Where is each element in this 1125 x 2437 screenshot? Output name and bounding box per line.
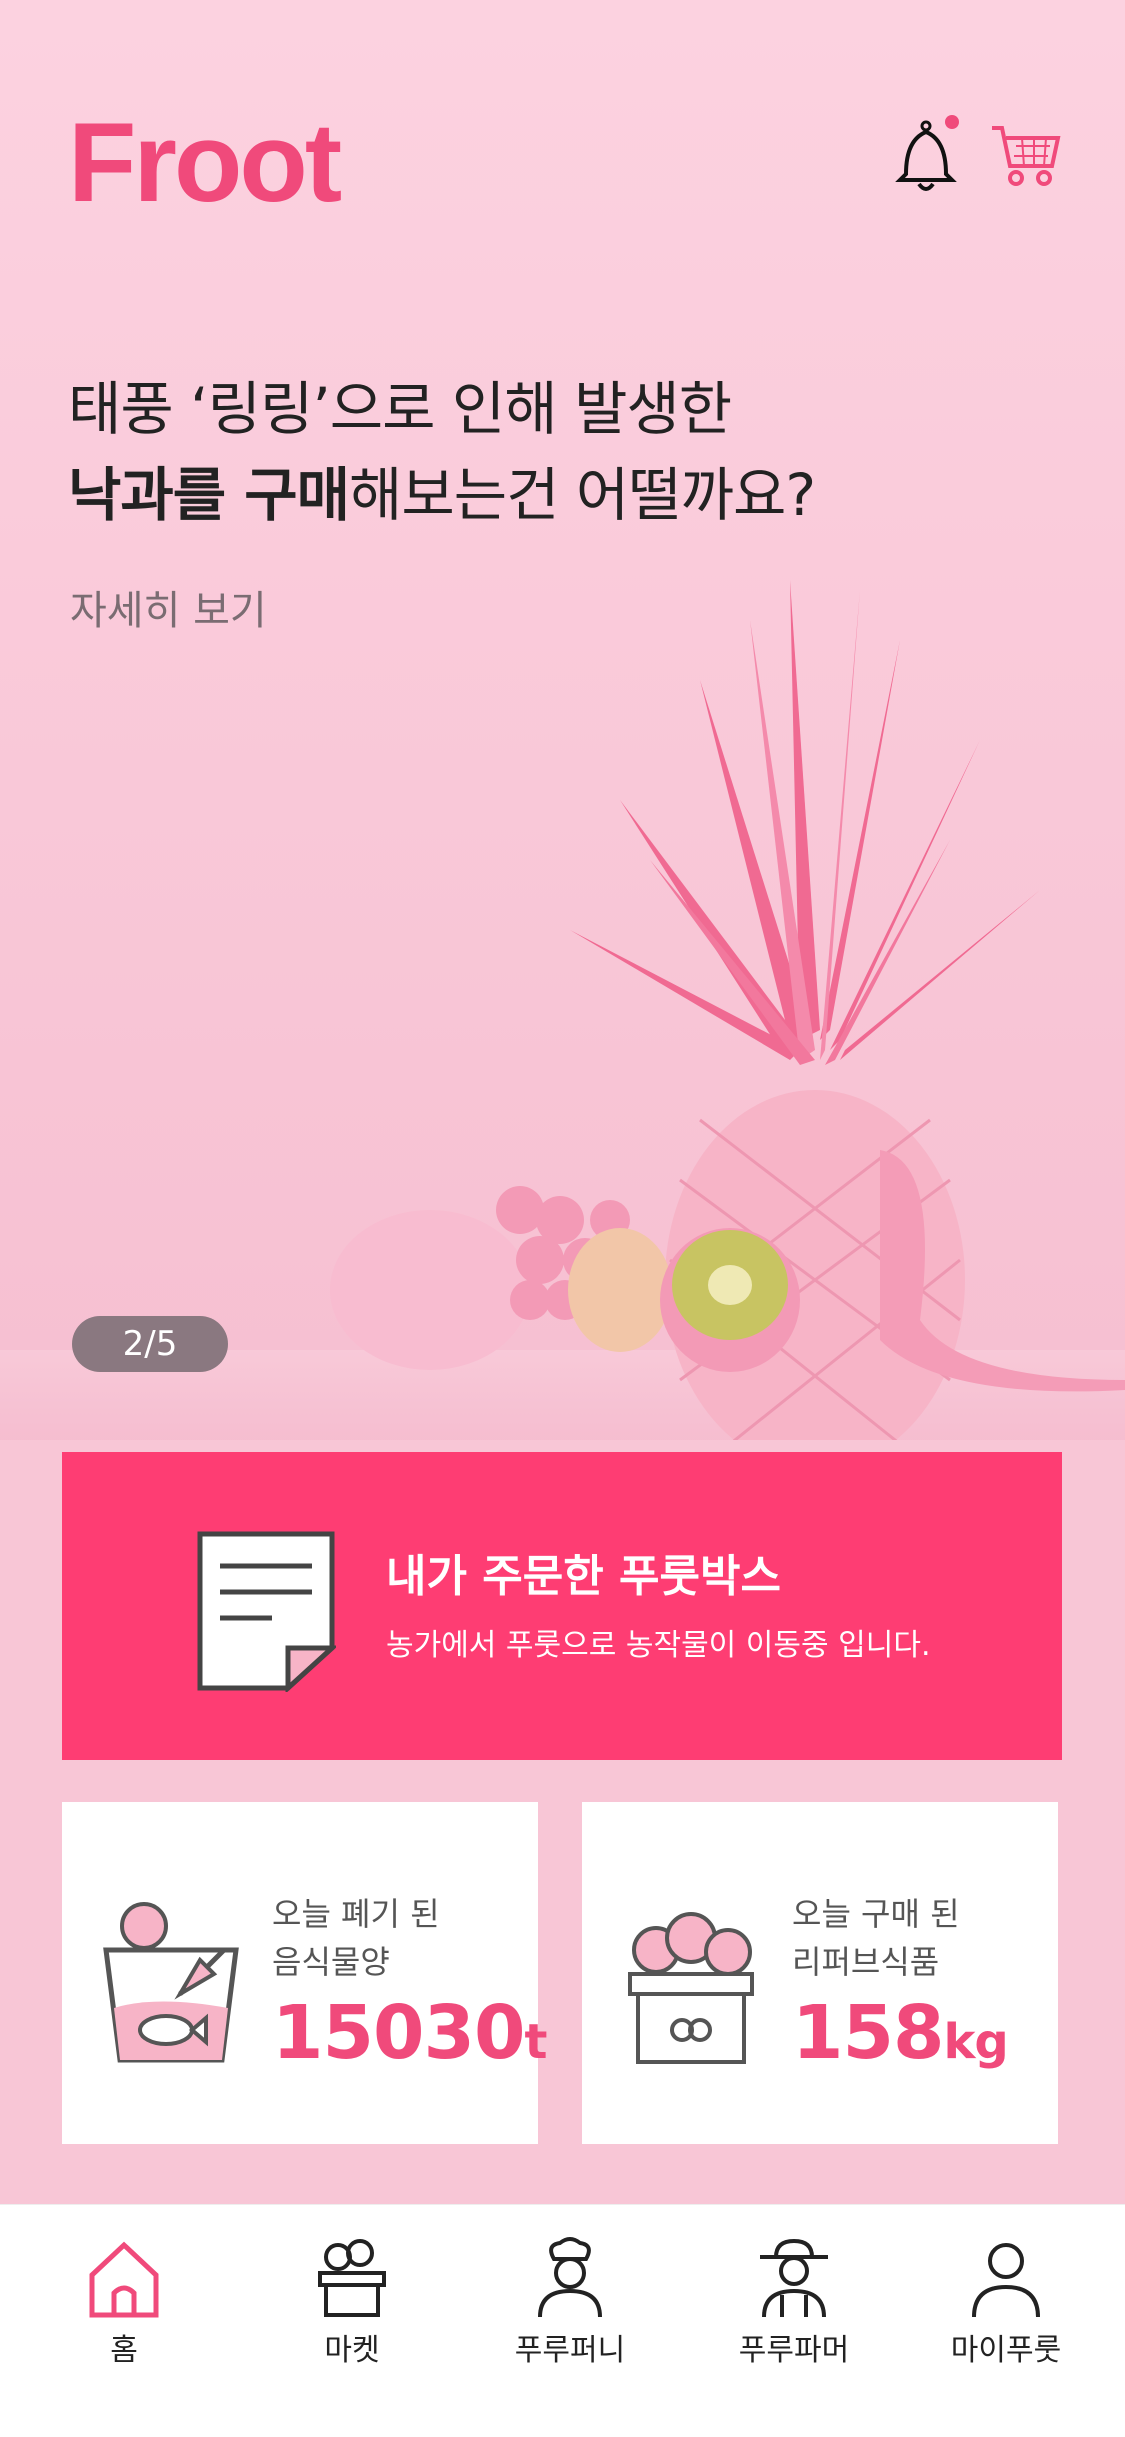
tab-chef[interactable]: 푸루퍼니 xyxy=(490,2235,650,2385)
stat-value: 158kg xyxy=(792,1990,1009,2076)
froot-logo[interactable]: Froot xyxy=(68,107,342,219)
tab-label: 푸루파머 xyxy=(738,2333,850,2368)
cart-icon[interactable] xyxy=(990,118,1062,190)
fruit-illustration xyxy=(330,580,1125,1440)
stat-label: 오늘 구매 된 리퍼브식품 xyxy=(792,1895,960,1981)
tab-label: 홈 xyxy=(110,2333,138,2368)
home-icon xyxy=(89,2241,159,2318)
tab-label: 마이푸룻 xyxy=(950,2333,1062,2368)
stat-label: 오늘 폐기 된 음식물양 xyxy=(272,1895,440,1981)
tab-label: 푸루퍼니 xyxy=(514,2333,626,2368)
stat-card-refurb-food: 오늘 구매 된 리퍼브식품 158kg xyxy=(582,1802,1058,2144)
more-link[interactable]: 자세히 보기 xyxy=(70,578,267,636)
bottom-tab-bar: 홈 마켓 푸루퍼니 푸루파머 마이푸룻 xyxy=(0,2204,1125,2437)
banner-pager: 2/5 xyxy=(72,1316,228,1372)
stat-card-food-waste: 오늘 폐기 된 음식물양 15030t xyxy=(62,1802,547,2144)
chef-icon xyxy=(538,2237,602,2318)
banner-headline-emphasis: 낙과를 구매 xyxy=(68,461,350,529)
food-waste-icon xyxy=(103,1902,239,2063)
farmer-icon xyxy=(760,2238,828,2318)
tab-farmer[interactable]: 푸루파머 xyxy=(714,2235,874,2385)
tab-label: 마켓 xyxy=(324,2333,380,2368)
tab-my-froot[interactable]: 마이푸룻 xyxy=(926,2235,1086,2385)
notification-dot xyxy=(945,115,959,129)
bell-icon[interactable] xyxy=(892,112,964,198)
order-status-card[interactable]: 내가 주문한 푸룻박스 농가에서 푸룻으로 농작물이 이동중 입니다. xyxy=(62,1452,1062,1760)
tab-home[interactable]: 홈 xyxy=(44,2235,204,2385)
produce-box-icon xyxy=(628,1912,754,2064)
user-icon xyxy=(972,2243,1040,2318)
banner-headline-rest: 해보는건 어떨까요? xyxy=(349,461,816,529)
market-icon xyxy=(318,2239,386,2317)
stat-value: 15030t xyxy=(272,1990,547,2076)
order-description: 농가에서 푸룻으로 농작물이 이동중 입니다. xyxy=(386,1628,931,1663)
banner-headline-line2: 낙과를 구매해보는건 어떨까요? xyxy=(68,448,816,532)
order-title: 내가 주문한 푸룻박스 xyxy=(386,1551,781,1602)
banner-headline-line1: 태풍 ‘링링’으로 인해 발생한 xyxy=(68,375,732,443)
tab-market[interactable]: 마켓 xyxy=(272,2235,432,2385)
document-icon xyxy=(197,1531,336,1692)
hero-banner[interactable]: Froot 태풍 ‘링링’으로 인해 발생한 낙과를 구매해보는건 어떨까요? … xyxy=(0,0,1125,1440)
